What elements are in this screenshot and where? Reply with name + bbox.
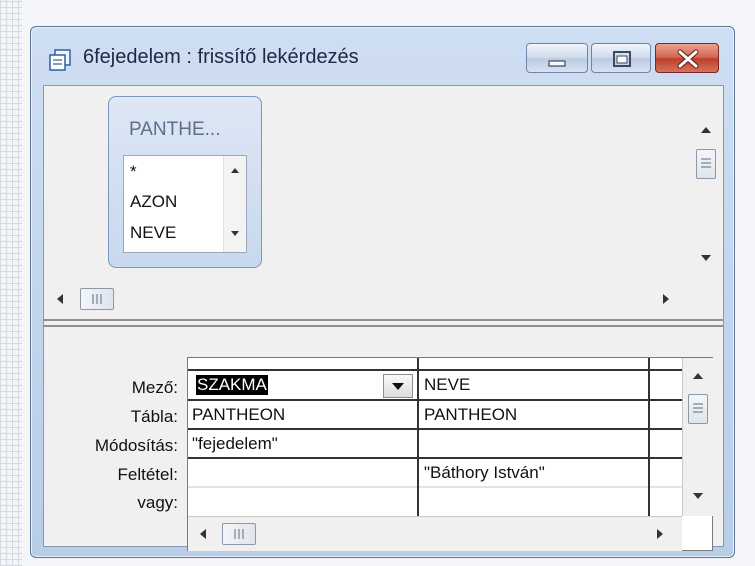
scroll-left-icon bbox=[57, 294, 669, 304]
row-label-field: Mező: bbox=[131, 378, 178, 397]
scroll-up-icon bbox=[693, 373, 703, 499]
background-pattern bbox=[0, 0, 22, 566]
field-cell-selected[interactable]: SZAKMA bbox=[196, 375, 268, 395]
field-dropdown-button[interactable] bbox=[383, 374, 413, 398]
close-button[interactable] bbox=[655, 43, 719, 73]
table-card-pantheon[interactable]: PANTHE... * AZON NEVE bbox=[108, 96, 262, 268]
grip-icon bbox=[693, 403, 703, 413]
field-list[interactable]: * AZON NEVE bbox=[123, 155, 247, 253]
query-design-area: PANTHE... * AZON NEVE Mező: Tábla: Módos… bbox=[43, 85, 724, 551]
scroll-thumb[interactable] bbox=[80, 288, 114, 310]
grip-icon bbox=[234, 529, 244, 539]
table-pane-horizontal-scrollbar[interactable] bbox=[44, 282, 690, 316]
design-grid-pane: Mező: Tábla: Módosítás: Feltétel: vagy: … bbox=[44, 327, 723, 551]
minimize-icon bbox=[548, 60, 566, 67]
field-cell[interactable]: NEVE bbox=[424, 375, 470, 395]
pane-splitter[interactable] bbox=[44, 319, 723, 327]
query-icon bbox=[49, 49, 71, 71]
scroll-up-icon bbox=[231, 168, 239, 236]
maximize-button[interactable] bbox=[591, 43, 651, 73]
field-list-scrollbar[interactable] bbox=[223, 156, 246, 252]
field-item[interactable]: AZON bbox=[130, 192, 177, 212]
grip-icon bbox=[92, 294, 102, 304]
row-label-or: vagy: bbox=[137, 493, 178, 512]
field-item[interactable]: NEVE bbox=[130, 223, 176, 243]
query-window: 6fejedelem : frissítő lekérdezés PANTHE.… bbox=[30, 26, 735, 558]
row-label-update: Módosítás: bbox=[94, 436, 178, 455]
row-label-criteria: Feltétel: bbox=[117, 465, 178, 484]
scroll-thumb[interactable] bbox=[222, 523, 256, 545]
update-cell[interactable]: "fejedelem" bbox=[192, 434, 278, 454]
scroll-left-icon bbox=[200, 529, 663, 539]
table-pane[interactable]: PANTHE... * AZON NEVE bbox=[44, 86, 723, 319]
criteria-cell[interactable]: "Báthory István" bbox=[424, 463, 545, 483]
chevron-down-icon bbox=[392, 383, 404, 390]
scroll-thumb[interactable] bbox=[696, 149, 716, 179]
grid-horizontal-scrollbar[interactable] bbox=[188, 516, 682, 551]
design-grid[interactable]: SZAKMA NEVE PANTHEON PANTHEON "fejedelem… bbox=[187, 357, 713, 551]
title-bar[interactable]: 6fejedelem : frissítő lekérdezés bbox=[31, 27, 734, 87]
grid-vertical-scrollbar[interactable] bbox=[682, 358, 713, 516]
scroll-thumb[interactable] bbox=[688, 394, 708, 424]
field-item[interactable]: * bbox=[130, 162, 137, 182]
minimize-button[interactable] bbox=[526, 43, 588, 73]
table-pane-vertical-scrollbar[interactable] bbox=[690, 86, 722, 282]
table-cell[interactable]: PANTHEON bbox=[192, 405, 285, 425]
table-cell[interactable]: PANTHEON bbox=[424, 405, 517, 425]
scroll-up-icon bbox=[701, 127, 711, 261]
close-icon bbox=[677, 49, 699, 69]
window-title: 6fejedelem : frissítő lekérdezés bbox=[83, 46, 359, 68]
grip-icon bbox=[701, 158, 711, 168]
row-label-table: Tábla: bbox=[130, 407, 178, 426]
table-card-title: PANTHE... bbox=[129, 119, 221, 140]
maximize-icon bbox=[613, 51, 631, 67]
